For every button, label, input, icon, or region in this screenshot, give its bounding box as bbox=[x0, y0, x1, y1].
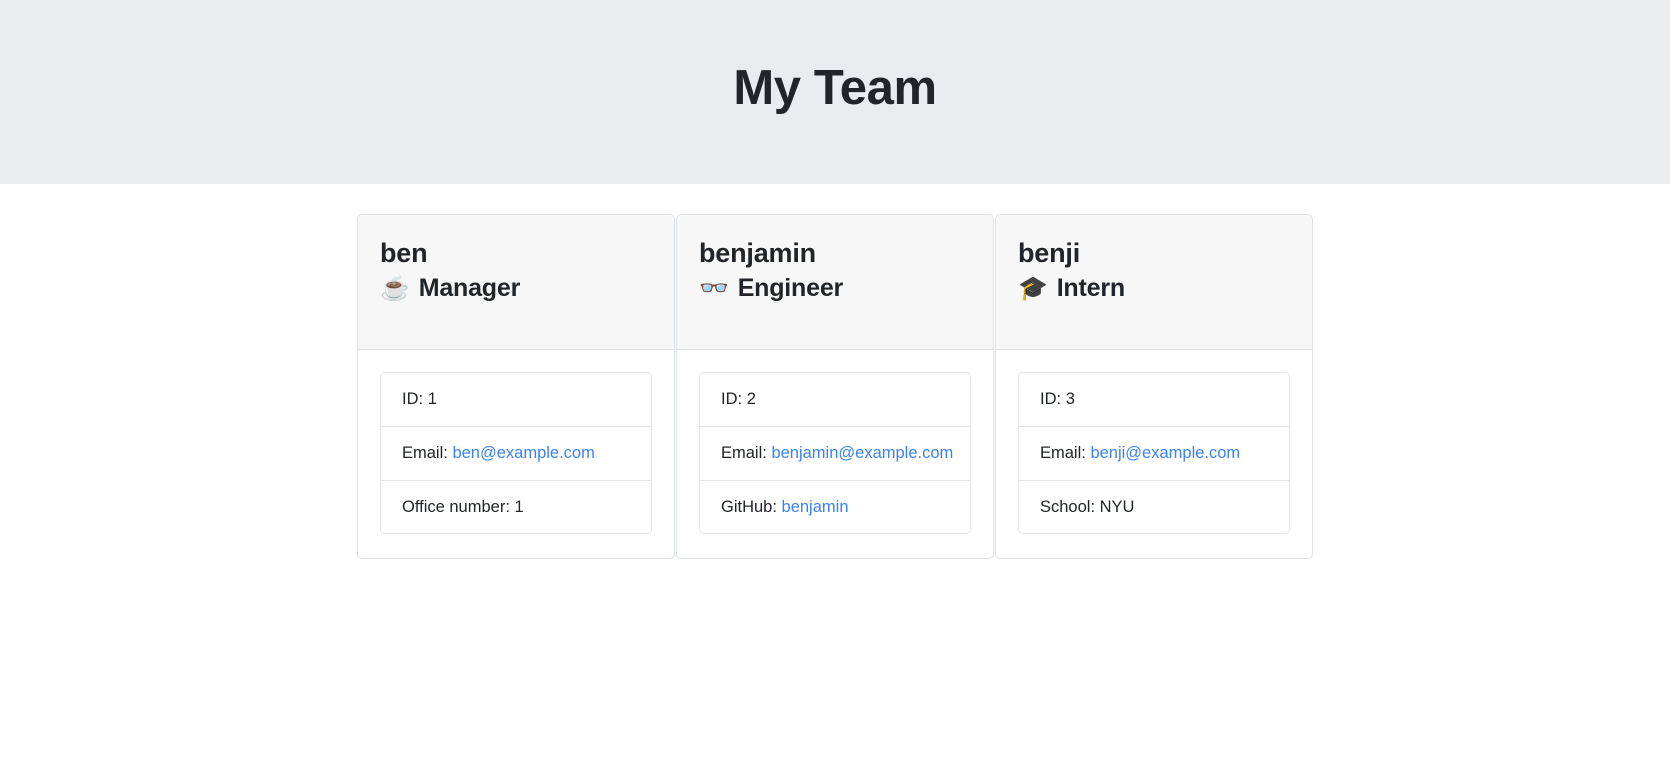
list-item: Email: benji@example.com bbox=[1019, 426, 1289, 481]
detail-value: 3 bbox=[1065, 390, 1075, 408]
detail-value-link[interactable]: ben@example.com bbox=[452, 444, 594, 462]
glasses-icon: 👓 bbox=[699, 275, 729, 303]
list-item: Email: ben@example.com bbox=[381, 426, 651, 481]
team-member-card: benjamin 👓 Engineer ID: 2 Email: benjamin@ex… bbox=[676, 214, 994, 560]
detail-label: School: bbox=[1040, 497, 1096, 516]
page-root: My Team ben ☕ Manager ID: 1 Email: ben@examp… bbox=[0, 0, 1670, 780]
detail-value: NYU bbox=[1099, 497, 1135, 516]
member-role-label: Intern bbox=[1056, 274, 1125, 303]
detail-label: ID: bbox=[1040, 390, 1062, 408]
member-role: 👓 Engineer bbox=[699, 273, 971, 304]
detail-label: Office number: bbox=[402, 497, 510, 516]
member-detail-list: ID: 1 Email: ben@example.com Office number… bbox=[380, 372, 652, 535]
member-card-body: ID: 1 Email: ben@example.com Office number… bbox=[358, 350, 674, 558]
detail-label: Email: bbox=[1040, 443, 1086, 462]
list-item: ID: 1 bbox=[381, 373, 651, 427]
detail-label: Email: bbox=[721, 443, 767, 462]
member-role: 🎓 Intern bbox=[1018, 273, 1290, 304]
member-card-body: ID: 3 Email: benji@example.com School: NYU bbox=[996, 350, 1312, 558]
member-name: benji bbox=[1018, 238, 1081, 268]
team-card-deck: ben ☕ Manager ID: 1 Email: ben@example.com Of… bbox=[357, 214, 1313, 560]
team-member-card: ben ☕ Manager ID: 1 Email: ben@example.com Of… bbox=[357, 214, 675, 560]
hot-beverage-icon: ☕ bbox=[380, 275, 410, 303]
member-card-header: benji 🎓 Intern bbox=[996, 215, 1312, 350]
member-card-header: benjamin 👓 Engineer bbox=[677, 215, 993, 350]
list-item: Email: benjamin@example.com bbox=[700, 426, 970, 481]
list-item: ID: 3 bbox=[1019, 373, 1289, 427]
page-title: My Team bbox=[733, 60, 937, 115]
member-role-label: Manager bbox=[418, 274, 521, 303]
team-member-card: benji 🎓 Intern ID: 3 Email: benji@example.co… bbox=[995, 214, 1313, 560]
member-name: benjamin bbox=[699, 238, 816, 268]
list-item: ID: 2 bbox=[700, 373, 970, 427]
detail-value-link[interactable]: benjamin bbox=[782, 498, 849, 516]
list-item: School: NYU bbox=[1019, 480, 1289, 534]
member-detail-list: ID: 2 Email: benjamin@example.com GitHub: … bbox=[699, 372, 971, 535]
detail-value: 1 bbox=[514, 497, 524, 516]
graduate-icon: 🎓 bbox=[1018, 275, 1048, 303]
list-item: GitHub: benjamin bbox=[700, 480, 970, 534]
detail-value-link[interactable]: benji@example.com bbox=[1090, 444, 1240, 462]
member-role: ☕ Manager bbox=[380, 273, 652, 304]
detail-value: 2 bbox=[746, 390, 756, 408]
detail-label: Email: bbox=[402, 443, 448, 462]
member-detail-list: ID: 3 Email: benji@example.com School: NYU bbox=[1018, 372, 1290, 535]
member-card-body: ID: 2 Email: benjamin@example.com GitHub: … bbox=[677, 350, 993, 558]
team-section: ben ☕ Manager ID: 1 Email: ben@example.com Of… bbox=[0, 184, 1670, 560]
detail-label: ID: bbox=[402, 390, 424, 408]
detail-value-link[interactable]: benjamin@example.com bbox=[771, 444, 953, 462]
member-role-label: Engineer bbox=[737, 274, 844, 303]
detail-value: 1 bbox=[427, 390, 437, 408]
page-header-band: My Team bbox=[0, 0, 1670, 184]
detail-label: ID: bbox=[721, 390, 743, 408]
member-name: ben bbox=[380, 238, 428, 268]
member-card-header: ben ☕ Manager bbox=[358, 215, 674, 350]
detail-label: GitHub: bbox=[721, 497, 777, 516]
list-item: Office number: 1 bbox=[381, 480, 651, 534]
